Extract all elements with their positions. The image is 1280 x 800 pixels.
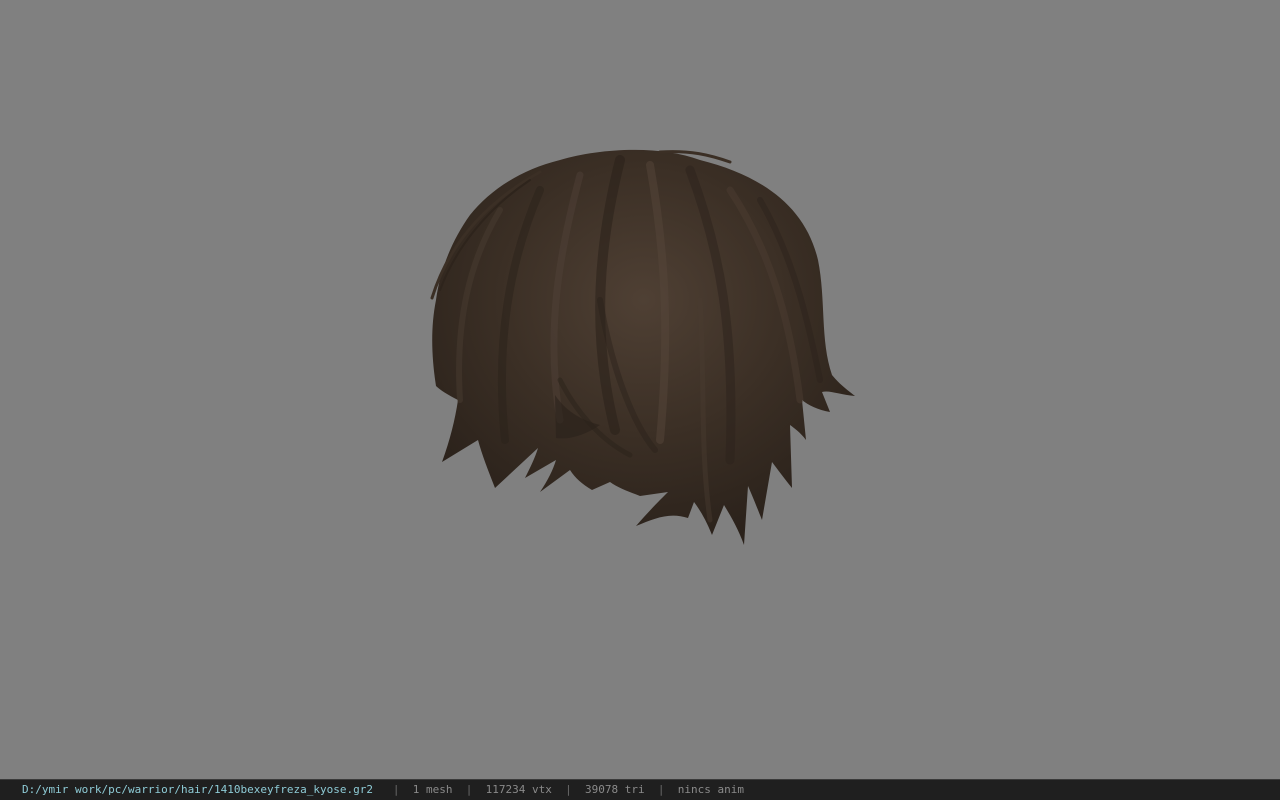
hair-model — [430, 149, 855, 545]
status-bar: D:/ymir work/pc/warrior/hair/1410bexeyfr… — [0, 779, 1280, 800]
vertex-count: 117234 vtx — [485, 783, 552, 796]
3d-viewport[interactable] — [0, 0, 1280, 779]
separator: | — [565, 783, 572, 796]
animation-status: nincs anim — [677, 783, 744, 796]
file-path: D:/ymir work/pc/warrior/hair/1410bexeyfr… — [22, 783, 373, 796]
triangle-count: 39078 tri — [584, 783, 645, 796]
separator: | — [392, 783, 400, 796]
mesh-count: 1 mesh — [412, 783, 453, 796]
separator: | — [465, 783, 473, 796]
separator: | — [657, 783, 665, 796]
